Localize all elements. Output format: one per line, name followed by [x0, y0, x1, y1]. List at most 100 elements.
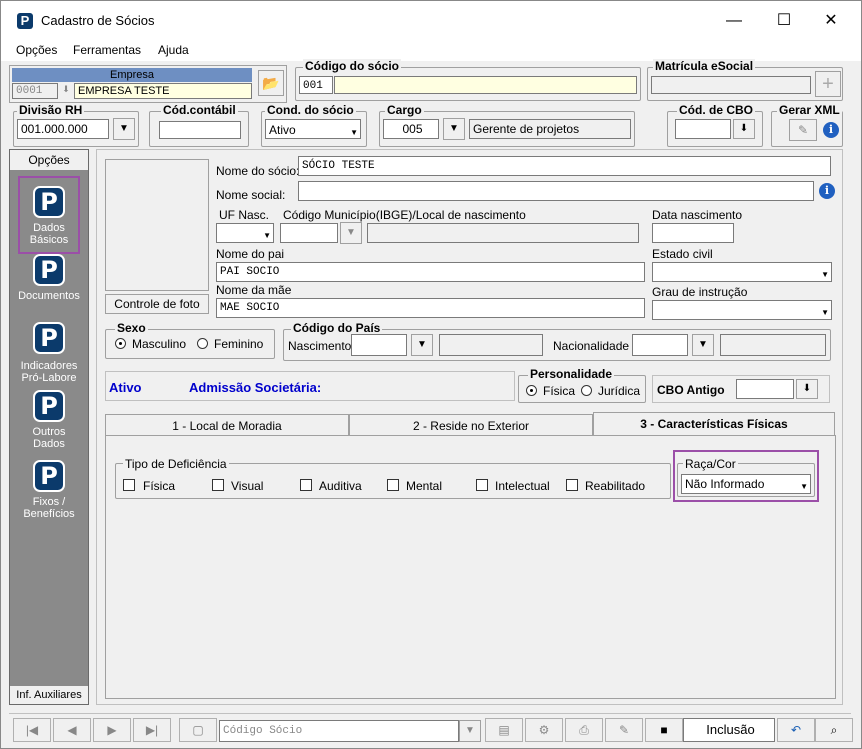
- empresa-name-field[interactable]: EMPRESA TESTE: [74, 83, 252, 99]
- codigo-socio-name-field[interactable]: [334, 76, 637, 94]
- tab-reside-exterior[interactable]: 2 - Reside no Exterior: [349, 414, 593, 436]
- pais-nascimento-dropdown-icon[interactable]: [411, 334, 433, 356]
- cbo-antigo-down-icon[interactable]: ⬇: [796, 379, 818, 399]
- sexo-masculino-label: Masculino: [132, 337, 187, 351]
- deficiencia-fisica-checkbox[interactable]: [123, 479, 135, 491]
- edit-icon[interactable]: ✎: [605, 718, 643, 742]
- admissao-societaria-label: Admissão Societária:: [189, 380, 322, 395]
- nacionalidade-name-field: [720, 334, 826, 356]
- cbo-antigo-field[interactable]: [736, 379, 794, 399]
- maximize-button[interactable]: ☐: [769, 9, 799, 33]
- cond-socio-label: Cond. do sócio: [265, 103, 356, 117]
- deficiencia-auditiva-checkbox[interactable]: [300, 479, 312, 491]
- matricula-field[interactable]: [651, 76, 811, 94]
- controle-foto-button[interactable]: Controle de foto: [105, 294, 209, 314]
- next-record-icon[interactable]: ▶: [93, 718, 131, 742]
- sidebar-item-indicadores[interactable]: Indicadores Pró-Labore: [10, 322, 88, 388]
- municipio-code-field[interactable]: [280, 223, 338, 243]
- last-record-icon[interactable]: ▶|: [133, 718, 171, 742]
- uf-nasc-select[interactable]: ▼: [216, 223, 274, 243]
- sidebar-item-fixos-beneficios[interactable]: Fixos / Benefícios: [10, 460, 88, 526]
- menu-opcoes[interactable]: Opções: [16, 43, 57, 57]
- nome-socio-field[interactable]: SÓCIO TESTE: [298, 156, 831, 176]
- menu-ferramentas[interactable]: Ferramentas: [73, 43, 141, 57]
- outros-dados-icon: [33, 390, 65, 422]
- nacionalidade-dropdown-icon[interactable]: [692, 334, 714, 356]
- sidebar-item-documentos[interactable]: Documentos: [10, 254, 88, 310]
- divisao-field[interactable]: 001.000.000: [17, 119, 109, 139]
- uf-nasc-label: UF Nasc.: [219, 208, 270, 222]
- cod-contabil-field[interactable]: [159, 121, 241, 139]
- sexo-label: Sexo: [115, 321, 148, 335]
- binoculars-icon[interactable]: ⌕: [815, 718, 853, 742]
- deficiencia-mental-checkbox[interactable]: [387, 479, 399, 491]
- tab-local-moradia[interactable]: 1 - Local de Moradia: [105, 414, 349, 436]
- sidebar-item-outros-dados[interactable]: Outros Dados: [10, 390, 88, 456]
- nome-social-field[interactable]: [298, 181, 814, 201]
- documentos-icon: [33, 254, 65, 286]
- codigo-socio-field[interactable]: 001: [299, 76, 333, 94]
- pais-nascimento-field[interactable]: [351, 334, 407, 356]
- empresa-label: Empresa: [12, 68, 252, 82]
- tab-caracteristicas-fisicas[interactable]: 3 - Características Físicas: [593, 412, 835, 437]
- minimize-button[interactable]: —: [719, 9, 749, 33]
- cbo-search-down-icon[interactable]: ⬇: [733, 119, 755, 139]
- sidebar-item-label: Documentos: [18, 290, 80, 302]
- previous-record-icon[interactable]: ◀: [53, 718, 91, 742]
- navigation-bar: |◀ ◀ ▶ ▶| ▢ Código Sócio ▼ ▤ ⚙ ⎙ ✎ ■ Inc…: [9, 713, 853, 743]
- first-record-icon[interactable]: |◀: [13, 718, 51, 742]
- empresa-code-field[interactable]: 0001: [12, 83, 58, 99]
- chevron-down-icon: ▼: [350, 128, 358, 137]
- sidebar-header: Opções: [10, 150, 88, 170]
- print-icon[interactable]: ⎙: [565, 718, 603, 742]
- cond-socio-select[interactable]: Ativo ▼: [265, 119, 361, 139]
- deficiencia-visual-checkbox[interactable]: [212, 479, 224, 491]
- codigo-socio-search-input[interactable]: Código Sócio: [219, 720, 459, 742]
- open-folder-icon[interactable]: 📂: [258, 70, 284, 96]
- nacionalidade-field[interactable]: [632, 334, 688, 356]
- sidebar-footer[interactable]: Inf. Auxiliares: [10, 686, 88, 704]
- sexo-feminino-radio[interactable]: [197, 338, 208, 349]
- add-plus-icon[interactable]: +: [815, 71, 841, 97]
- nacionalidade-label: Nacionalidade: [553, 339, 630, 353]
- sexo-masculino-radio[interactable]: [115, 338, 126, 349]
- save-icon[interactable]: ■: [645, 718, 683, 742]
- empresa-down-icon[interactable]: ⬇: [60, 84, 72, 98]
- settings-icon[interactable]: ⚙: [525, 718, 563, 742]
- gerar-xml-button[interactable]: ✎: [789, 119, 817, 141]
- deficiencia-reabilitado-label: Reabilitado: [585, 479, 646, 493]
- estado-civil-select[interactable]: ▼: [652, 262, 832, 282]
- divisao-label: Divisão RH: [17, 103, 85, 117]
- search-dropdown-icon[interactable]: ▼: [459, 720, 481, 742]
- undo-icon[interactable]: ↶: [777, 718, 815, 742]
- divisao-dropdown-icon[interactable]: [113, 118, 135, 140]
- notes-icon[interactable]: ▤: [485, 718, 523, 742]
- personalidade-juridica-radio[interactable]: [581, 385, 592, 396]
- deficiencia-intelectual-checkbox[interactable]: [476, 479, 488, 491]
- nome-social-info-icon[interactable]: i: [819, 183, 835, 199]
- mode-display: Inclusão: [683, 718, 775, 742]
- fixos-beneficios-icon: [33, 460, 65, 492]
- window-title: Cadastro de Sócios: [41, 13, 155, 28]
- close-button[interactable]: ✕: [816, 9, 846, 33]
- data-nasc-label: Data nascimento: [652, 208, 743, 222]
- estado-civil-label: Estado civil: [652, 247, 713, 261]
- sidebar-item-dados-basicos[interactable]: Dados Básicos: [18, 176, 80, 254]
- cargo-code-field[interactable]: 005: [383, 119, 439, 139]
- nome-pai-field[interactable]: PAI SOCIO: [216, 262, 645, 282]
- info-icon[interactable]: i: [823, 122, 839, 138]
- grau-instrucao-select[interactable]: ▼: [652, 300, 832, 320]
- deficiencia-label: Tipo de Deficiência: [123, 457, 229, 471]
- app-icon: P: [17, 13, 33, 29]
- new-document-icon[interactable]: ▢: [179, 718, 217, 742]
- cbo-field[interactable]: [675, 119, 731, 139]
- data-nasc-field[interactable]: [652, 223, 734, 243]
- nome-mae-field[interactable]: MAE SOCIO: [216, 298, 645, 318]
- sidebar-item-label: Dados Básicos: [29, 222, 69, 246]
- municipio-dropdown-icon[interactable]: ▼: [340, 222, 362, 244]
- menu-ajuda[interactable]: Ajuda: [158, 43, 189, 57]
- personalidade-fisica-radio[interactable]: [526, 385, 537, 396]
- cargo-dropdown-icon[interactable]: [443, 118, 465, 140]
- raca-select[interactable]: Não Informado ▼: [681, 474, 811, 494]
- deficiencia-reabilitado-checkbox[interactable]: [566, 479, 578, 491]
